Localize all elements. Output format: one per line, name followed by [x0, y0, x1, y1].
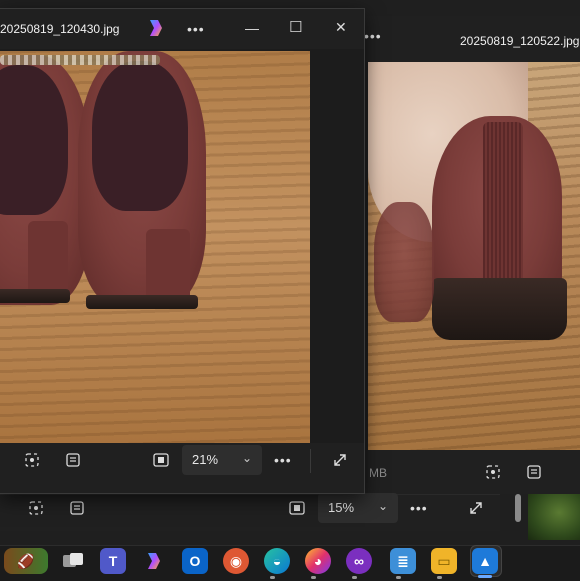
foreground-photo-window[interactable]: 20250819_120430.jpg ••• — ☐ ✕ 21% ⌄ •••	[0, 8, 365, 494]
copilot-taskbar-icon[interactable]	[140, 548, 166, 574]
file-size-label: MB	[369, 466, 387, 480]
desktop-thumbnail	[528, 494, 580, 540]
football-widget-icon[interactable]: 🏈	[4, 548, 48, 574]
notepad-icon[interactable]: ≣	[390, 548, 416, 574]
edge-glyph: ◒	[272, 553, 282, 569]
running-indicator	[270, 576, 275, 579]
chevron-down-icon: ⌄	[241, 451, 252, 465]
firefox-icon[interactable]: ◕	[305, 548, 331, 574]
background-photo-image	[368, 62, 580, 450]
background-more-button[interactable]: •••	[410, 500, 428, 516]
running-indicator	[437, 576, 442, 579]
duckduckgo-glyph: ◉	[229, 552, 243, 569]
foreground-photo-image	[0, 51, 310, 443]
edge-icon[interactable]: ◒	[264, 548, 290, 574]
background-toolbar-right	[368, 450, 580, 494]
text-extract-icon[interactable]	[59, 446, 87, 474]
fit-screen-icon[interactable]	[283, 494, 311, 522]
background-more-button[interactable]: •••	[364, 28, 382, 44]
outlook-glyph: O	[189, 553, 201, 569]
expand-icon[interactable]	[326, 446, 354, 474]
right-shoe-lining	[92, 61, 188, 211]
active-app-indicator	[478, 575, 492, 578]
file-explorer-icon[interactable]: ▭	[431, 548, 457, 574]
file-explorer-glyph: ▭	[437, 552, 451, 569]
private-browser-icon[interactable]: ∞	[346, 548, 372, 574]
heel-tab	[28, 221, 68, 295]
heel-strap	[483, 122, 523, 292]
duckduckgo-icon[interactable]: ◉	[223, 548, 249, 574]
text-extract-icon[interactable]	[63, 494, 91, 522]
zoom-value: 21%	[192, 452, 219, 467]
outlook-icon[interactable]: O	[182, 548, 208, 574]
minimize-button[interactable]: —	[245, 20, 259, 36]
running-indicator	[352, 576, 357, 579]
text-extract-icon[interactable]	[520, 458, 548, 486]
photos-icon[interactable]: ▲	[472, 548, 498, 574]
capture-icon[interactable]	[22, 494, 50, 522]
jewel-trim	[0, 55, 160, 65]
capture-icon[interactable]	[479, 458, 507, 486]
task-view-icon[interactable]	[60, 548, 86, 574]
running-indicator	[311, 576, 316, 579]
heel-tab	[146, 229, 190, 303]
fit-screen-icon[interactable]	[147, 446, 175, 474]
second-shoe-shape	[374, 202, 434, 322]
private-browser-glyph: ∞	[354, 553, 364, 569]
football-glyph: 🏈	[17, 552, 35, 569]
photos-glyph: ▲	[478, 553, 492, 569]
expand-icon[interactable]	[462, 494, 490, 522]
firefox-glyph: ◕	[313, 553, 323, 569]
foreground-zoom-select[interactable]: 21% ⌄	[182, 445, 262, 475]
notepad-glyph: ≣	[397, 552, 409, 569]
background-window-title: 20250819_120522.jpg	[460, 34, 580, 48]
zoom-value: 15%	[328, 500, 355, 515]
scrollbar-thumb[interactable]	[515, 494, 521, 522]
close-button[interactable]: ✕	[335, 19, 347, 36]
left-sole	[0, 289, 70, 303]
right-sole	[86, 295, 198, 309]
background-zoom-select[interactable]: 15% ⌄	[318, 493, 398, 523]
heel-block	[432, 278, 567, 340]
running-indicator	[396, 576, 401, 579]
foreground-window-title: 20250819_120430.jpg	[0, 22, 120, 36]
copilot-icon[interactable]	[144, 17, 168, 41]
chevron-down-icon: ⌄	[377, 499, 388, 513]
teams-icon[interactable]: T	[100, 548, 126, 574]
toolbar-divider	[310, 449, 311, 473]
teams-glyph: T	[108, 553, 118, 569]
more-options-button[interactable]: •••	[274, 452, 292, 468]
more-options-button[interactable]: •••	[187, 21, 205, 37]
maximize-button[interactable]: ☐	[289, 18, 302, 36]
capture-icon[interactable]	[18, 446, 46, 474]
